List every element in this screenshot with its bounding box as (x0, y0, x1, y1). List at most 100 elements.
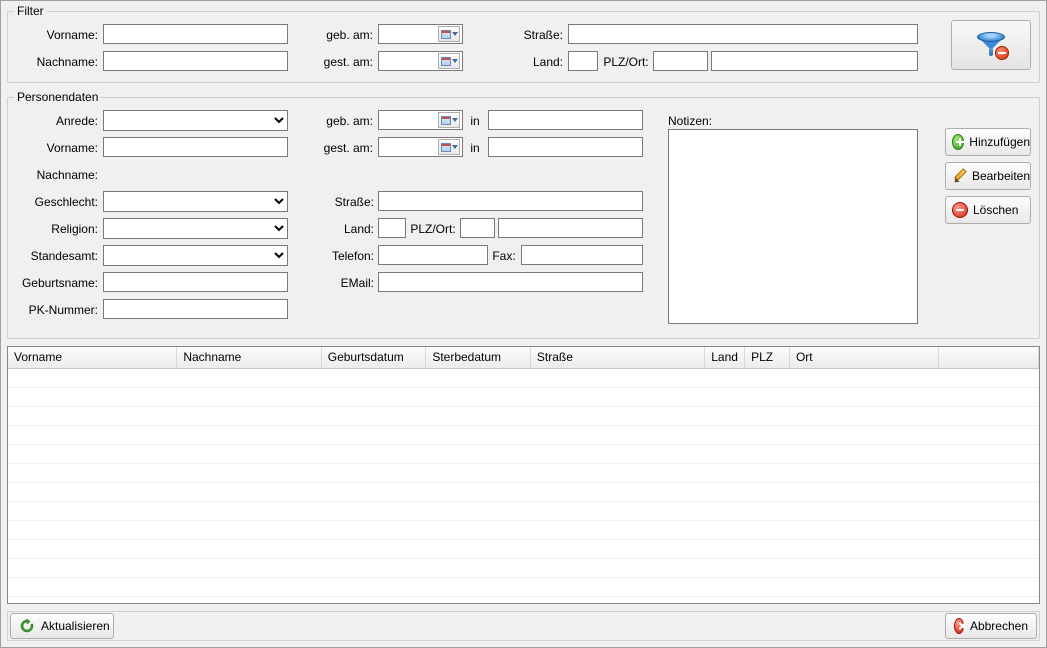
gestin-label: in (466, 139, 484, 157)
table-row[interactable] (8, 483, 1039, 502)
calendar-icon[interactable] (438, 112, 460, 128)
column-header-ort[interactable]: Ort (790, 347, 939, 368)
filter-land-input[interactable] (568, 51, 598, 71)
hinzufuegen-label: Hinzufügen (969, 135, 1030, 149)
bearbeiten-label: Bearbeiten (972, 169, 1030, 183)
filter-land-label: Land: (498, 53, 563, 71)
table-row[interactable] (8, 540, 1039, 559)
abbrechen-button[interactable]: Abbrechen (945, 613, 1037, 639)
vorname-label: Vorname: (8, 139, 98, 157)
clear-filter-button[interactable] (951, 20, 1031, 70)
loeschen-label: Löschen (973, 203, 1018, 217)
strasse-label: Straße: (314, 193, 374, 211)
religion-select[interactable] (103, 218, 288, 239)
standesamt-label: Standesamt: (8, 247, 98, 265)
gestam-datepicker[interactable] (378, 137, 463, 157)
nachname-label: Nachname: (8, 166, 98, 184)
filter-ort-input[interactable] (711, 51, 918, 71)
delete-icon (952, 202, 968, 218)
filter-gestam-datepicker[interactable] (378, 51, 463, 71)
geburtsname-label: Geburtsname: (8, 274, 98, 292)
column-header-geburtsdatum[interactable]: Geburtsdatum (322, 347, 427, 368)
gebin-input[interactable] (488, 110, 643, 130)
calendar-icon[interactable] (438, 53, 460, 69)
filter-plz-input[interactable] (653, 51, 708, 71)
table-row[interactable] (8, 502, 1039, 521)
gestin-input[interactable] (488, 137, 643, 157)
gestam-label: gest. am: (308, 139, 373, 157)
nachname-input[interactable] (103, 164, 288, 184)
plzort-label: PLZ/Ort: (409, 220, 457, 238)
cancel-icon (954, 618, 964, 634)
vorname-input[interactable] (103, 137, 288, 157)
personendaten-groupbox: Personendaten Anrede: Vorname: Nachname:… (7, 97, 1040, 339)
column-header-plz[interactable]: PLZ (745, 347, 790, 368)
geburtsname-input[interactable] (103, 272, 288, 292)
table-row[interactable] (8, 369, 1039, 388)
anrede-select[interactable] (103, 110, 288, 131)
table-row[interactable] (8, 388, 1039, 407)
column-header-sterbedatum[interactable]: Sterbedatum (426, 347, 531, 368)
column-header-vorname[interactable]: Vorname (8, 347, 177, 368)
column-header-land[interactable]: Land (705, 347, 745, 368)
column-header-strasse[interactable]: Straße (531, 347, 705, 368)
religion-label: Religion: (8, 220, 98, 238)
refresh-icon (19, 618, 35, 634)
gebam-label: geb. am: (308, 112, 373, 130)
aktualisieren-label: Aktualisieren (41, 619, 110, 633)
table-row[interactable] (8, 426, 1039, 445)
loeschen-button[interactable]: Löschen (945, 196, 1031, 224)
table-row[interactable] (8, 521, 1039, 540)
notizen-textarea[interactable] (668, 129, 918, 324)
filter-strasse-input[interactable] (568, 24, 918, 44)
edit-icon (952, 168, 967, 184)
gebam-datepicker[interactable] (378, 110, 463, 130)
anrede-label: Anrede: (8, 112, 98, 130)
standesamt-select[interactable] (103, 245, 288, 266)
abbrechen-label: Abbrechen (970, 619, 1028, 633)
funnel-remove-icon (975, 30, 1007, 60)
filter-plzort-label: PLZ/Ort: (602, 53, 650, 71)
table-row[interactable] (8, 445, 1039, 464)
table-row[interactable] (8, 578, 1039, 597)
telefon-label: Telefon: (314, 247, 374, 265)
pknummer-input[interactable] (103, 299, 288, 319)
table-row[interactable] (8, 407, 1039, 426)
add-icon (952, 134, 964, 150)
filter-vorname-input[interactable] (103, 24, 288, 44)
strasse-input[interactable] (378, 191, 643, 211)
ort-input[interactable] (498, 218, 643, 238)
email-label: EMail: (314, 274, 374, 292)
fax-label: Fax: (490, 247, 518, 265)
filter-title: Filter (14, 4, 47, 18)
gebin-label: in (466, 112, 484, 130)
bottom-bar: Aktualisieren Abbrechen (7, 611, 1040, 641)
email-input[interactable] (378, 272, 643, 292)
grid-body (8, 369, 1039, 597)
filter-nachname-input[interactable] (103, 51, 288, 71)
column-header-nachname[interactable]: Nachname (177, 347, 321, 368)
filter-strasse-label: Straße: (498, 26, 563, 44)
table-row[interactable] (8, 559, 1039, 578)
geschlecht-label: Geschlecht: (8, 193, 98, 211)
land-input[interactable] (378, 218, 406, 238)
grid-header: VornameNachnameGeburtsdatumSterbedatumSt… (8, 347, 1039, 369)
bearbeiten-button[interactable]: Bearbeiten (945, 162, 1031, 190)
land-label: Land: (314, 220, 374, 238)
table-row[interactable] (8, 464, 1039, 483)
aktualisieren-button[interactable]: Aktualisieren (10, 613, 114, 639)
calendar-icon[interactable] (438, 26, 460, 42)
notizen-label: Notizen: (668, 112, 718, 130)
geschlecht-select[interactable] (103, 191, 288, 212)
results-grid[interactable]: VornameNachnameGeburtsdatumSterbedatumSt… (7, 346, 1040, 604)
column-header-extra[interactable] (939, 347, 1039, 368)
calendar-icon[interactable] (438, 139, 460, 155)
telefon-input[interactable] (378, 245, 488, 265)
plz-input[interactable] (460, 218, 495, 238)
fax-input[interactable] (521, 245, 643, 265)
filter-gestam-label: gest. am: (308, 53, 373, 71)
personendaten-title: Personendaten (14, 90, 101, 104)
filter-gebam-datepicker[interactable] (378, 24, 463, 44)
filter-gebam-label: geb. am: (308, 26, 373, 44)
hinzufuegen-button[interactable]: Hinzufügen (945, 128, 1031, 156)
